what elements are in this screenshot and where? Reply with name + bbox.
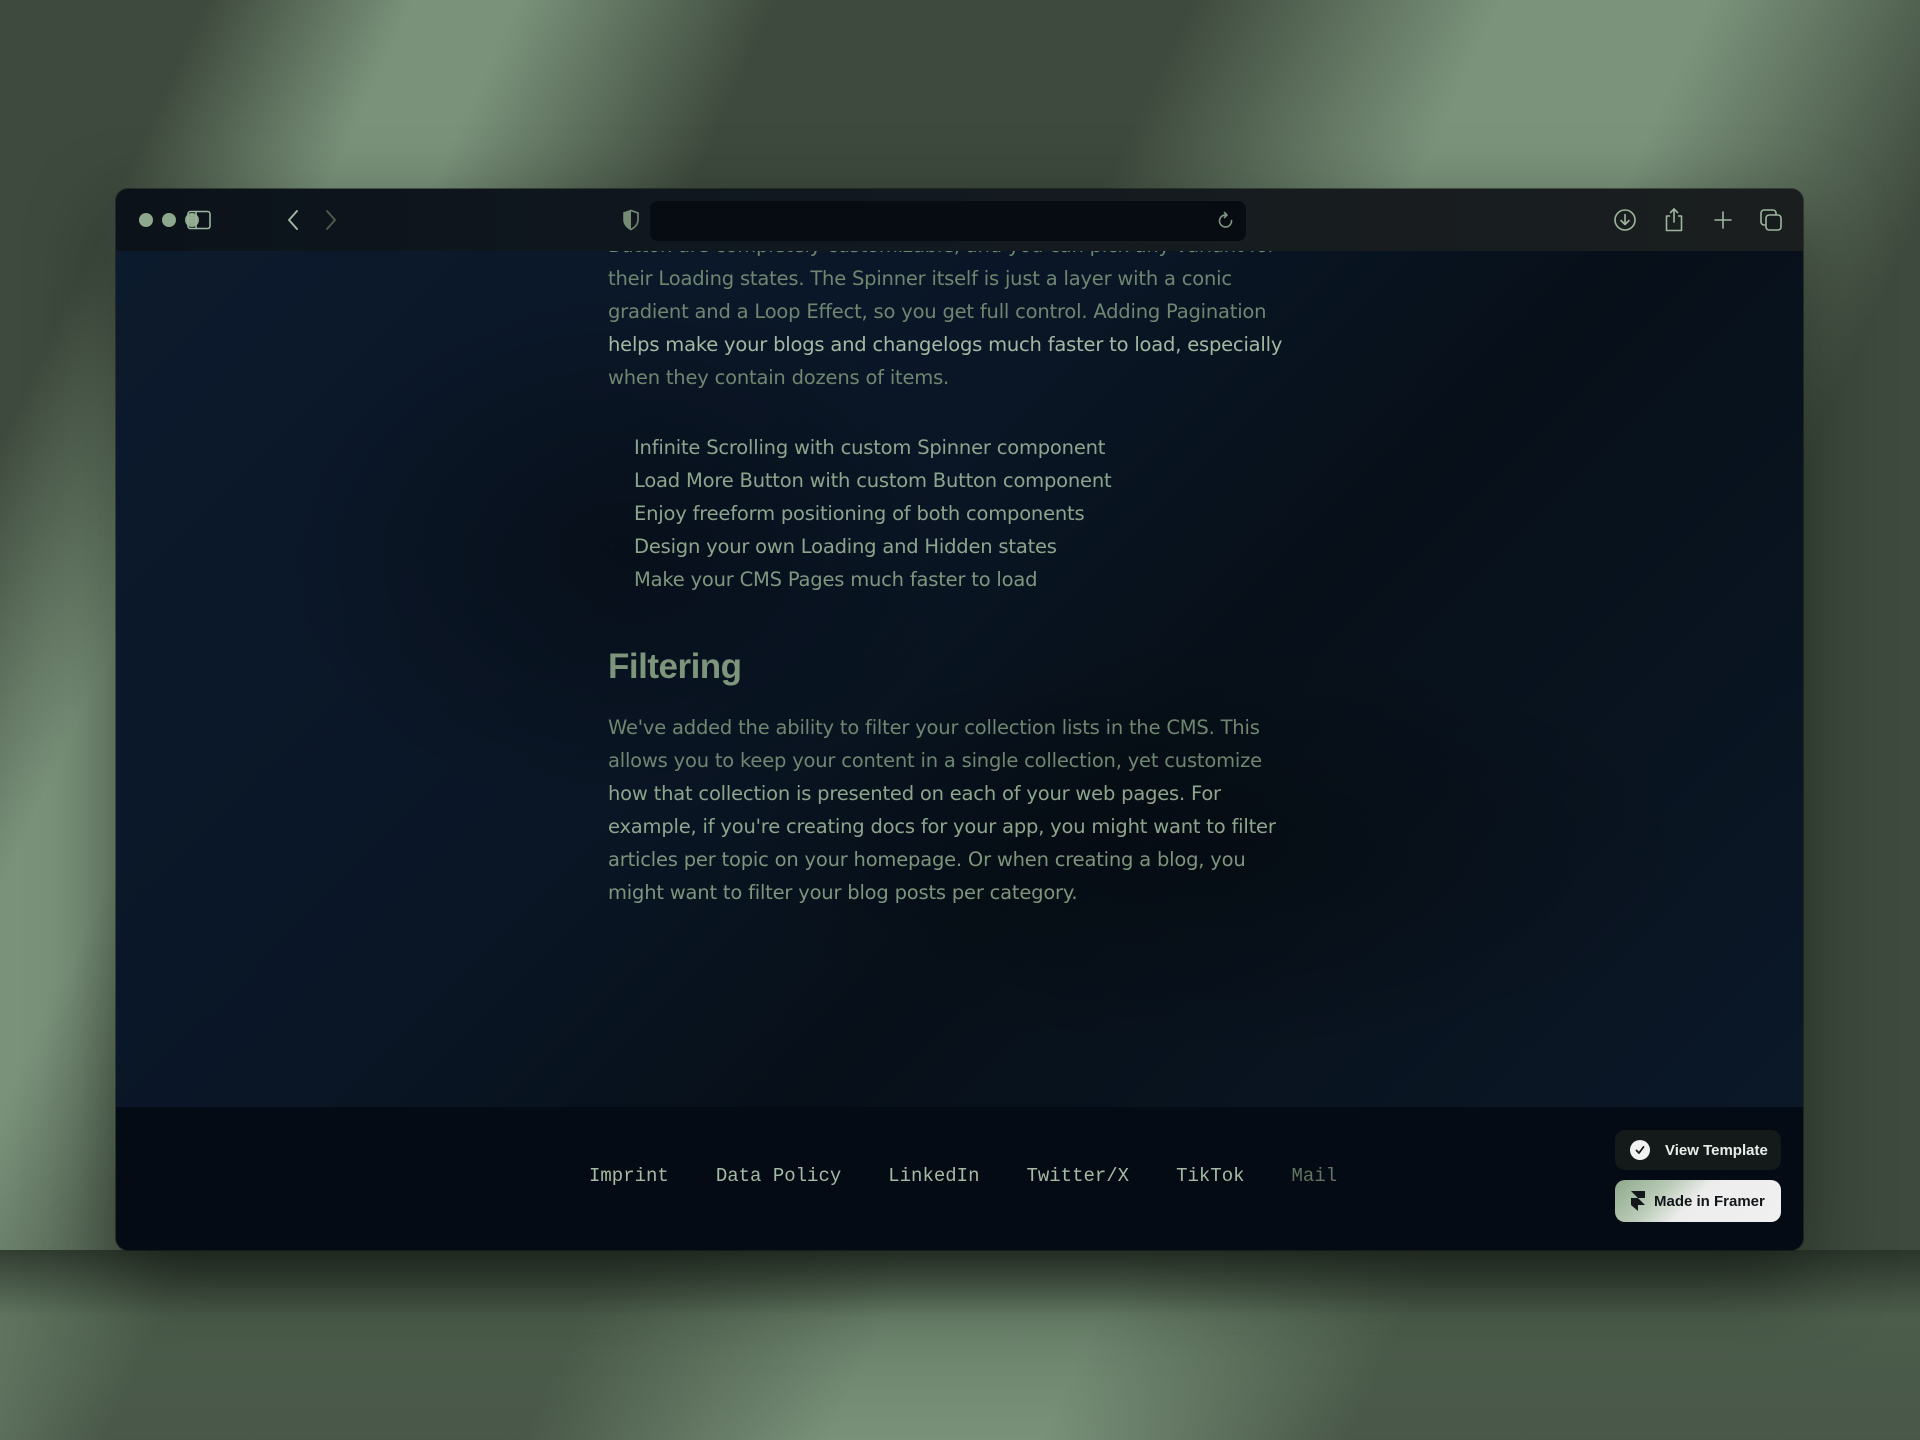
intro-line: gradient and a Loop Effect, so you get f…	[608, 300, 1267, 323]
forward-button[interactable]	[317, 206, 345, 234]
filtering-line: how that collection is presented on each…	[608, 782, 1221, 805]
browser-toolbar	[116, 189, 1803, 251]
feature-list-item: Infinite Scrolling with custom Spinner c…	[608, 431, 1308, 464]
page-content: Button are completely customizable, and …	[116, 251, 1803, 1107]
filtering-paragraph: We've added the ability to filter your c…	[608, 711, 1308, 909]
filtering-line: We've added the ability to filter your c…	[608, 716, 1260, 739]
reload-icon	[1218, 211, 1233, 228]
sidebar-toggle-button[interactable]	[185, 206, 213, 234]
shield-icon	[623, 209, 639, 231]
footer-link-twitter[interactable]: Twitter/X	[1026, 1165, 1129, 1187]
reload-button[interactable]	[1212, 207, 1240, 235]
page-footer: Imprint Data Policy LinkedIn Twitter/X T…	[116, 1107, 1803, 1250]
article: Button are completely customizable, and …	[608, 251, 1308, 909]
intro-line: when they contain dozens of items.	[608, 366, 950, 389]
download-icon	[1614, 209, 1636, 231]
made-in-framer-button[interactable]: Made in Framer	[1615, 1180, 1781, 1222]
footer-link-linkedin[interactable]: LinkedIn	[888, 1165, 979, 1187]
intro-line: helps make your blogs and changelogs muc…	[608, 333, 1283, 356]
filtering-line: example, if you're creating docs for you…	[608, 815, 1276, 838]
feature-list-item: Load More Button with custom Button comp…	[608, 464, 1308, 497]
intro-line: Button are completely customizable, and …	[608, 251, 1276, 257]
section-heading-filtering: Filtering	[608, 647, 742, 686]
footer-link-data-policy[interactable]: Data Policy	[716, 1165, 841, 1187]
view-template-label: View Template	[1665, 1141, 1768, 1159]
footer-link-mail[interactable]: Mail	[1292, 1165, 1338, 1187]
feature-list-item: Make your CMS Pages much faster to load	[608, 563, 1308, 596]
share-button[interactable]	[1660, 206, 1688, 234]
feature-list-item: Design your own Loading and Hidden state…	[608, 530, 1308, 563]
desktop-background-shade	[0, 1250, 1920, 1440]
new-tab-icon	[1714, 211, 1732, 229]
downloads-button[interactable]	[1611, 206, 1639, 234]
footer-nav: Imprint Data Policy LinkedIn Twitter/X T…	[589, 1165, 1337, 1187]
minimize-window-button[interactable]	[162, 213, 176, 227]
new-tab-button[interactable]	[1709, 206, 1737, 234]
tab-overview-button[interactable]	[1757, 206, 1785, 234]
address-bar[interactable]	[650, 201, 1246, 241]
filtering-line: allows you to keep your content in a sin…	[608, 749, 1262, 772]
view-template-button[interactable]: View Template	[1615, 1130, 1781, 1170]
framer-logo-icon	[1631, 1191, 1645, 1211]
tabs-overview-icon	[1760, 209, 1782, 231]
filtering-line: articles per topic on your homepage. Or …	[608, 848, 1246, 871]
privacy-report-button[interactable]	[617, 206, 645, 234]
back-icon	[288, 210, 298, 230]
footer-link-imprint[interactable]: Imprint	[589, 1165, 669, 1187]
checkmark-icon	[1630, 1140, 1650, 1160]
made-in-framer-label: Made in Framer	[1654, 1192, 1765, 1210]
close-window-button[interactable]	[139, 213, 153, 227]
feature-list-item: Enjoy freeform positioning of both compo…	[608, 497, 1308, 530]
sidebar-icon	[187, 210, 211, 230]
forward-icon	[326, 210, 336, 230]
filtering-line: might want to filter your blog posts per…	[608, 881, 1078, 904]
intro-line: their Loading states. The Spinner itself…	[608, 267, 1232, 290]
footer-link-tiktok[interactable]: TikTok	[1176, 1165, 1244, 1187]
back-button[interactable]	[279, 206, 307, 234]
intro-paragraph: Button are completely customizable, and …	[608, 251, 1308, 394]
browser-window: Button are completely customizable, and …	[116, 189, 1803, 1250]
feature-list: Infinite Scrolling with custom Spinner c…	[608, 431, 1308, 596]
share-icon	[1665, 208, 1683, 232]
